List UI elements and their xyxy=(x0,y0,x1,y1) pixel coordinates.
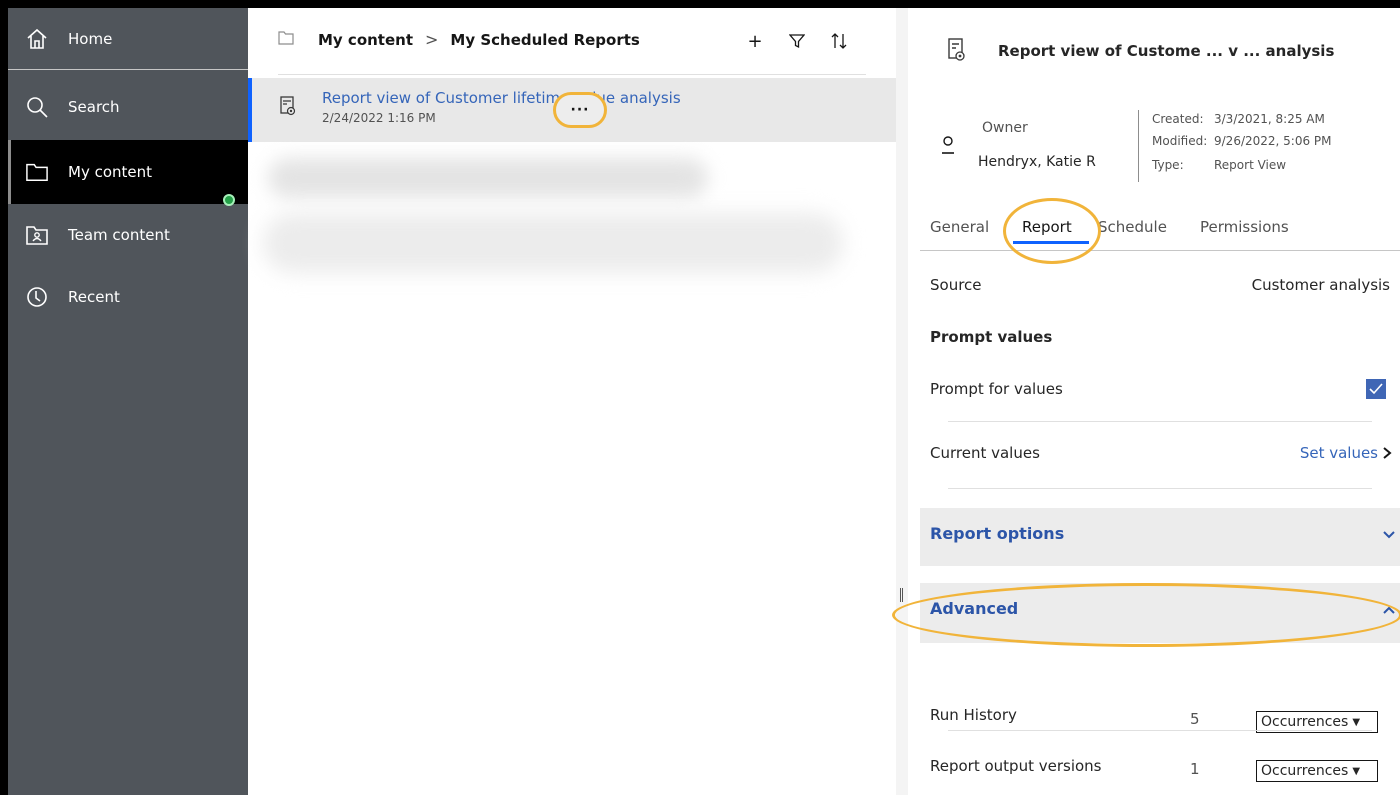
search-icon xyxy=(26,96,48,118)
left-nav: Home Search My content Team content Rece… xyxy=(8,8,248,795)
breadcrumb: My content > My Scheduled Reports xyxy=(278,30,640,49)
prompt-for-values-checkbox[interactable] xyxy=(1366,379,1386,399)
source-value: Customer analysis xyxy=(1251,276,1390,294)
owner-label: Owner xyxy=(982,120,1028,136)
team-folder-icon xyxy=(26,224,48,246)
prompt-values-heading: Prompt values xyxy=(930,328,1053,346)
report-options-accordion[interactable]: Report options xyxy=(920,508,1400,566)
select-value: Occurrences xyxy=(1261,714,1349,730)
modified-meta: Modified: 9/26/2022, 5:06 PM xyxy=(1152,134,1332,148)
panel-tabs: General Report Schedule Permissions xyxy=(920,211,1400,251)
accordion-title: Report options xyxy=(930,524,1065,543)
output-versions-value[interactable]: 1 xyxy=(1190,760,1200,778)
nav-item-team-content[interactable]: Team content xyxy=(8,204,248,266)
panel-title: Report view of Custome ... v ... analysi… xyxy=(998,42,1335,60)
user-icon xyxy=(940,135,956,155)
nav-item-label: My content xyxy=(68,163,153,181)
tab-permissions[interactable]: Permissions xyxy=(1200,218,1289,236)
tab-schedule[interactable]: Schedule xyxy=(1098,218,1167,236)
properties-panel: Report view of Custome ... v ... analysi… xyxy=(892,8,1400,795)
folder-icon xyxy=(26,161,48,183)
sort-icon[interactable] xyxy=(830,32,848,50)
set-values-link[interactable]: Set values xyxy=(1300,444,1392,462)
highlight-ring xyxy=(1003,198,1101,264)
set-values-label: Set values xyxy=(1299,444,1378,462)
divider xyxy=(1138,110,1139,182)
breadcrumb-current: My Scheduled Reports xyxy=(450,30,640,49)
nav-item-home[interactable]: Home xyxy=(8,8,248,70)
owner-value: Hendryx, Katie R xyxy=(978,154,1096,170)
report-view-icon xyxy=(948,38,966,62)
chevron-down-icon: ▼ xyxy=(1352,716,1361,728)
list-toolbar: + xyxy=(746,31,848,52)
report-view-icon xyxy=(280,96,296,116)
run-history-label: Run History xyxy=(930,706,1017,724)
tab-general[interactable]: General xyxy=(930,218,989,236)
chevron-down-icon xyxy=(1382,528,1396,542)
filter-icon[interactable] xyxy=(788,32,806,50)
breadcrumb-separator: > xyxy=(425,30,439,49)
nav-item-recent[interactable]: Recent xyxy=(8,266,248,328)
divider xyxy=(948,421,1372,422)
divider xyxy=(278,74,866,75)
list-item-date: 2/24/2022 1:16 PM xyxy=(322,111,436,125)
chevron-right-icon xyxy=(1383,447,1392,459)
output-versions-unit-select[interactable]: Occurrences ▼ xyxy=(1256,760,1378,782)
add-button[interactable]: + xyxy=(746,31,764,52)
source-label: Source xyxy=(930,276,982,294)
highlight-ring xyxy=(892,583,1400,647)
divider xyxy=(948,730,1372,731)
blurred-placeholder xyxy=(268,158,708,198)
chevron-down-icon: ▼ xyxy=(1352,765,1361,777)
home-icon xyxy=(26,28,48,50)
output-versions-label: Report output versions xyxy=(930,757,1102,775)
type-meta: Type: Report View xyxy=(1152,158,1287,172)
resize-handle[interactable] xyxy=(900,588,903,602)
nav-item-label: Recent xyxy=(68,288,120,306)
select-value: Occurrences xyxy=(1261,763,1349,779)
current-values-label: Current values xyxy=(930,444,1040,462)
folder-icon xyxy=(278,30,296,49)
nav-item-search[interactable]: Search xyxy=(8,76,248,138)
nav-item-label: Search xyxy=(68,98,120,116)
blurred-placeholder xyxy=(263,213,843,273)
prompt-for-values-label: Prompt for values xyxy=(930,380,1063,398)
nav-item-label: Home xyxy=(68,29,113,48)
overflow-menu-button[interactable]: ··· xyxy=(553,92,607,128)
breadcrumb-my-content[interactable]: My content xyxy=(318,31,413,49)
clock-icon xyxy=(26,286,48,308)
list-item-title[interactable]: Report view of Customer lifetime value a… xyxy=(322,89,681,107)
run-history-value[interactable]: 5 xyxy=(1190,710,1200,728)
nav-item-label: Team content xyxy=(68,226,170,244)
nav-item-my-content[interactable]: My content xyxy=(8,140,248,204)
divider xyxy=(948,488,1372,489)
created-meta: Created: 3/3/2021, 8:25 AM xyxy=(1152,112,1325,126)
